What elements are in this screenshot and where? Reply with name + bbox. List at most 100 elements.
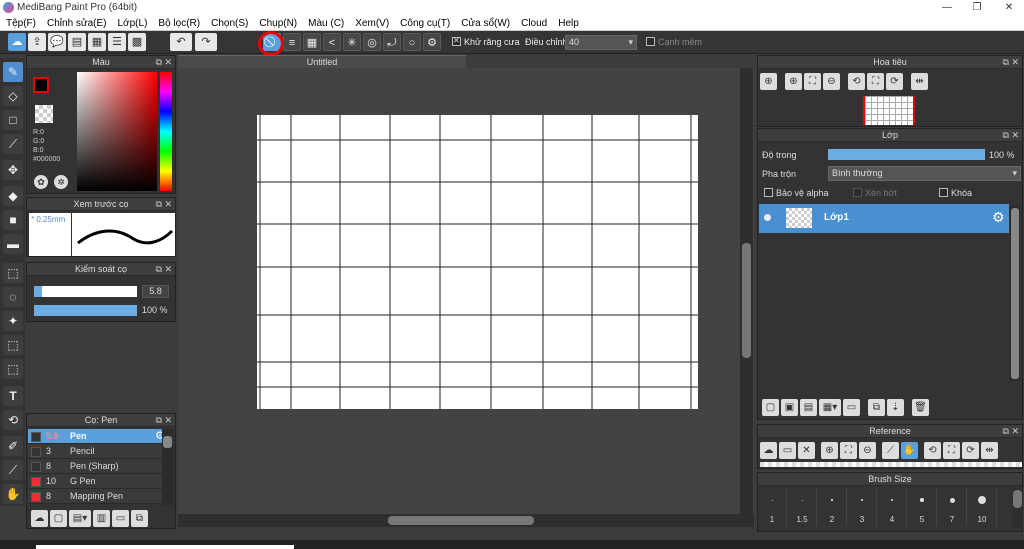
message-icon[interactable]: ▤ [68,33,86,51]
document-tab[interactable]: Untitled [178,55,466,68]
antialias-checkbox[interactable] [452,36,461,46]
layer-settings-icon[interactable]: ⚙ [992,209,1005,226]
add-layer-menu-icon[interactable]: ▦▾ [819,399,841,416]
smooth-checkbox[interactable] [646,37,655,46]
curve-snap-icon[interactable]: ⤾ [383,33,401,51]
brush-tool-icon[interactable]: ✎ [3,62,23,82]
lock-checkbox[interactable] [939,188,948,197]
brush-size-option[interactable]: 4 [878,488,907,526]
list-icon[interactable]: ☰ [108,33,126,51]
layer-opacity-slider[interactable] [828,149,985,160]
comment-icon[interactable]: 💬 [48,33,66,51]
panel-controls-icon[interactable]: ⧉ ✕ [1003,56,1019,69]
folder-icon[interactable]: ▭ [112,510,129,527]
reference-zoom-in-icon[interactable]: ⊕ [821,442,838,459]
brush-list-item[interactable]: 10 G Pen [28,474,168,489]
layer-visibility-icon[interactable] [764,214,771,221]
layer-row[interactable]: Lớp1 ⚙ [759,204,1009,233]
antialias-option[interactable]: Khử răng cưa [452,36,520,47]
menu-tools[interactable]: Công cụ(T) [394,15,455,31]
cloud-brush-icon[interactable]: ☁ [31,510,48,527]
brush-size-option[interactable]: 2 [818,488,847,526]
menu-edit[interactable]: Chỉnh sửa(E) [41,15,112,31]
menu-color[interactable]: Màu (C) [302,15,349,31]
brush-size-option[interactable]: 7 [938,488,967,526]
brush-list-scrollbar[interactable] [162,429,173,505]
brush-list-item[interactable]: 5.8 Pen ⚙ [28,429,168,444]
radial-snap-icon[interactable]: ✳ [343,33,361,51]
menu-cloud[interactable]: Cloud [515,15,552,31]
protect-alpha-checkbox[interactable] [764,188,773,197]
reference-open-icon[interactable]: ▭ [779,442,796,459]
zoom-in-2-icon[interactable]: ⊕ [785,73,802,90]
grid-snap-icon[interactable]: ▦ [303,33,321,51]
duplicate-brush-icon[interactable]: ⧉ [131,510,148,527]
select-eraser-icon[interactable]: ⬚ [3,359,23,379]
drawing-canvas[interactable] [257,115,698,409]
reference-hand-icon[interactable]: ✋ [901,442,918,459]
brush-size-option[interactable]: 10 [968,488,997,526]
canvas-horizontal-scrollbar[interactable] [178,514,754,527]
fit-icon[interactable]: ⛶ [804,73,821,90]
brush-size-option[interactable]: 3 [848,488,877,526]
zoom-in-icon[interactable]: ⊕ [760,73,777,90]
restore-button[interactable]: ❐ [962,0,992,15]
magic-wand-icon[interactable]: ✦ [3,311,23,331]
operation-tool-icon[interactable]: ⟲ [3,410,23,430]
gradient-tool-icon[interactable]: ▬ [3,234,23,254]
menu-filter[interactable]: Bộ lọc(R) [152,15,205,31]
merge-layer-icon[interactable]: ⇣ [887,399,904,416]
new-layer-icon[interactable]: ▢ [762,399,779,416]
document-icon[interactable]: ▦ [88,33,106,51]
lock-option[interactable]: Khóa [939,188,972,198]
panel-controls-icon[interactable]: ⧉ ✕ [1003,129,1019,142]
eraser-tool-icon[interactable]: ◇ [3,86,23,106]
reference-fit-icon[interactable]: ⛶ [840,442,857,459]
new-brush-icon[interactable]: ▢ [50,510,67,527]
line-tool-icon[interactable]: ⟋ [3,134,23,154]
canvas-vertical-scrollbar[interactable] [740,68,753,514]
reference-rotate-right-icon[interactable]: ⟳ [962,442,979,459]
new-8bit-layer-icon[interactable]: ▤ [800,399,817,416]
share-icon[interactable]: ⇪ [28,33,46,51]
select-tool-icon[interactable]: ⬚ [3,263,23,283]
brush-list-item[interactable]: 8 Mapping Pen [28,489,168,504]
shape-fill-icon[interactable]: ■ [3,210,23,230]
panel-controls-icon[interactable]: ⧉ ✕ [156,263,172,276]
panel-controls-icon[interactable]: ⧉ ✕ [156,56,172,69]
duplicate-layer-icon[interactable]: ⧉ [868,399,885,416]
rectangle-tool-icon[interactable]: □ [3,110,23,130]
reference-eyedropper-icon[interactable]: ⟋ [882,442,899,459]
rotate-right-icon[interactable]: ⟳ [886,73,903,90]
protect-alpha-option[interactable]: Bảo vệ alpha [764,188,829,198]
foreground-color-swatch[interactable] [33,77,49,93]
hand-tool-icon[interactable]: ✋ [3,484,23,504]
circle-snap-icon[interactable]: ○ [403,33,421,51]
menu-window[interactable]: Cửa sổ(W) [455,15,515,31]
text-tool-icon[interactable]: T [3,386,23,406]
panel-controls-icon[interactable]: ⧉ ✕ [156,198,172,211]
reset-rotate-icon[interactable]: ⛶ [867,73,884,90]
add-brush-icon[interactable]: ▤▾ [69,510,91,527]
new-halftone-layer-icon[interactable]: ▣ [781,399,798,416]
menu-select[interactable]: Chọn(S) [205,15,253,31]
brush-size-scrollbar[interactable] [1012,488,1023,528]
panel-controls-icon[interactable]: ⧉ ✕ [1003,425,1019,438]
reference-rotate-left-icon[interactable]: ⟲ [924,442,941,459]
layer-list-scrollbar[interactable] [1010,206,1020,381]
palette-icon[interactable]: ✿ [34,175,48,189]
saturation-value-picker[interactable] [77,72,157,191]
blend-select[interactable]: Bình thường [828,166,1021,181]
clipping-option[interactable]: Xén bớt [853,188,897,198]
cloud-icon[interactable]: ☁ [8,33,26,51]
transparent-color-swatch[interactable] [35,105,53,123]
close-button[interactable]: ✕ [994,0,1024,15]
brush-size-value[interactable]: 5.8 [142,285,169,298]
smooth-option[interactable]: Cạnh mềm [646,37,702,47]
rotate-left-icon[interactable]: ⟲ [848,73,865,90]
fill-tool-icon[interactable]: ◆ [3,186,23,206]
snap-settings-icon[interactable]: ⚙ [423,33,441,51]
menu-view[interactable]: Xem(V) [349,15,394,31]
undo-icon[interactable]: ↶ [170,33,192,51]
reference-close-icon[interactable]: ✕ [798,442,815,459]
